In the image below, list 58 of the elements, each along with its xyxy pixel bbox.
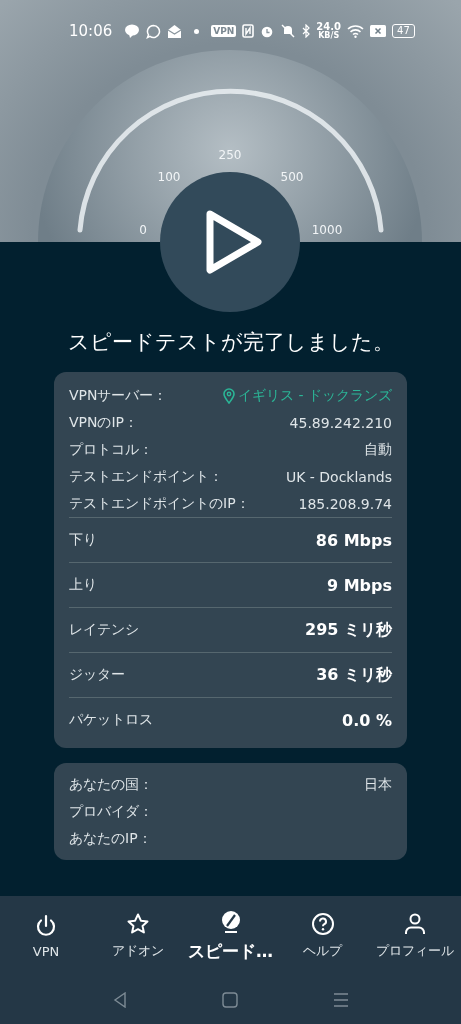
gauge-tick-label: 500 (280, 170, 304, 184)
help-icon (310, 912, 335, 936)
info-label: あなたのIP： (69, 829, 152, 848)
nav-tab[interactable]: アドオン (92, 912, 185, 960)
message-icon (146, 23, 162, 39)
metric-label: ジッター (69, 666, 125, 684)
info-label: プロバイダ： (69, 802, 153, 821)
gauge-tick-label: 100 (157, 170, 181, 184)
alarm-icon (260, 24, 275, 38)
metric-label: 下り (69, 531, 97, 549)
result-title: スピードテストが完了しました。 (67, 329, 394, 356)
info-value: 日本 (364, 775, 392, 794)
battery-level: 47 (392, 24, 415, 38)
info-label: テストエンドポイントのIP： (69, 494, 250, 513)
vpn-badge: VPN (211, 25, 237, 37)
gauge-tick-label: 0 (139, 223, 147, 237)
play-icon (204, 208, 264, 276)
metric-value: 9 Mbps (326, 575, 392, 595)
info-label: プロトコル： (69, 440, 153, 459)
home-icon[interactable] (221, 992, 238, 1008)
menu-icon[interactable] (332, 992, 349, 1008)
metric-value: 0.0 % (342, 710, 392, 730)
gauge-tick-label: 1000 (311, 223, 343, 237)
speed-unit: KB/S (318, 32, 340, 40)
wifi-icon (347, 24, 364, 38)
metric-value: 86 Mbps (315, 530, 392, 550)
info-value: 45.89.242.210 (289, 414, 392, 431)
info-label: テストエンドポイント： (69, 467, 223, 486)
info-label: VPNサーバー： (69, 386, 168, 405)
nav-tab[interactable]: ヘルプ (276, 912, 369, 960)
metric-label: 上り (69, 576, 97, 594)
network-speed: 24.0 (316, 22, 341, 32)
info-value: 185.208.9.74 (298, 495, 392, 512)
nav-tab[interactable]: スピード… (184, 909, 277, 963)
nav-tab[interactable]: プロフィール (368, 912, 461, 960)
back-icon[interactable] (112, 992, 127, 1008)
notification-dot (194, 28, 200, 34)
metric-label: レイテンシ (69, 621, 139, 639)
server-location: イギリス - ドックランズ (238, 386, 392, 405)
profile-icon (402, 912, 427, 936)
metric-value: 36 ミリ秒 (316, 664, 392, 686)
nfc-icon (242, 24, 255, 38)
chat-icon (124, 24, 141, 38)
info-label: あなたの国： (69, 775, 153, 794)
nav-tab[interactable]: VPN (0, 913, 93, 959)
metric-value: 295 ミリ秒 (305, 619, 392, 641)
gauge-tick-label: 250 (218, 148, 242, 162)
info-label: VPNのIP： (69, 413, 139, 432)
no-sim-icon (370, 25, 386, 37)
bluetooth-icon (302, 24, 311, 38)
power-icon (35, 913, 58, 938)
metric-label: パケットロス (69, 711, 153, 729)
mail-icon (167, 23, 183, 39)
status-time: 10:06 (69, 22, 113, 40)
info-value: 自動 (364, 440, 392, 459)
info-value: UK - Docklands (285, 468, 392, 485)
star-icon (126, 912, 151, 936)
location-pin-icon (223, 387, 236, 404)
